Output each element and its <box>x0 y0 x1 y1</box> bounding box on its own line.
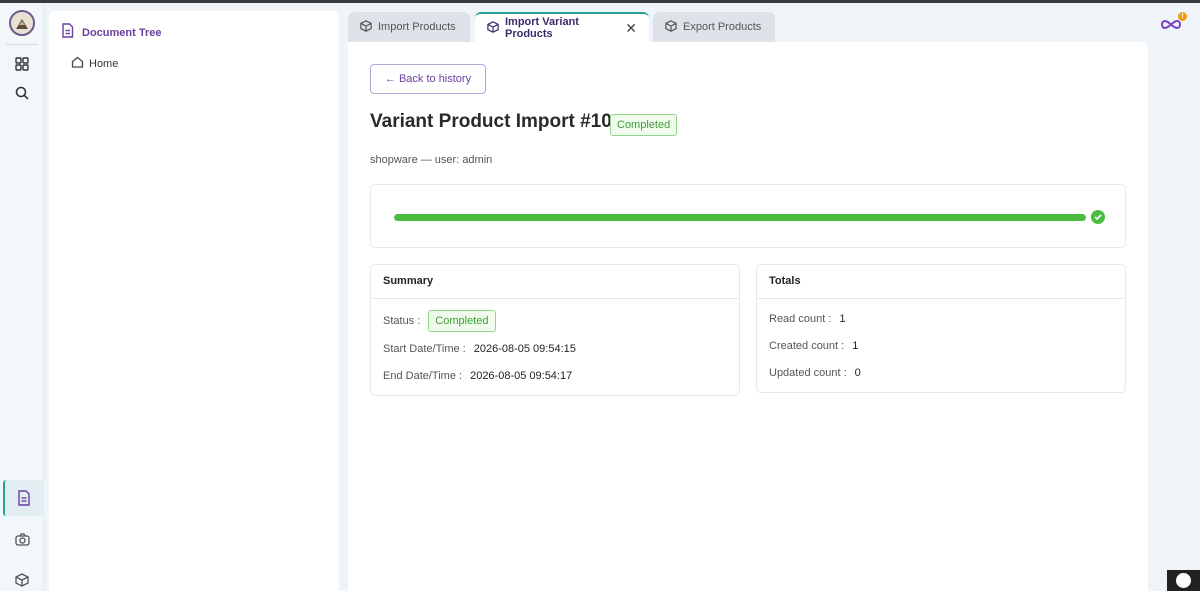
updated-count-value: 0 <box>854 367 861 379</box>
notification-icon: ! <box>1178 12 1187 21</box>
start-datetime-row: Start Date/Time : 2026-08-05 09:54:15 <box>383 343 576 355</box>
created-count-label: Created count : <box>769 340 845 352</box>
camera-icon[interactable] <box>8 525 36 553</box>
app-logo[interactable] <box>9 10 35 36</box>
created-count-row: Created count : 1 <box>769 340 858 352</box>
progress-card <box>370 184 1126 248</box>
start-datetime-label: Start Date/Time : <box>383 343 466 355</box>
tab-import-variant-products[interactable]: Import Variant Products ✕ <box>475 12 649 42</box>
search-icon[interactable] <box>8 79 36 107</box>
check-circle-icon <box>1091 210 1105 224</box>
document-tree-title: Document Tree <box>82 27 162 39</box>
tab-import-products[interactable]: Import Products <box>348 12 470 42</box>
created-count-value: 1 <box>852 340 859 352</box>
document-icon <box>61 23 74 43</box>
summary-title: Summary <box>371 265 739 299</box>
grid-icon[interactable] <box>8 50 36 78</box>
debug-toolbar-toggle[interactable] <box>1167 570 1200 591</box>
page-title: Variant Product Import #10 <box>370 111 612 132</box>
tab-label: Import Variant Products <box>505 16 579 40</box>
updated-count-row: Updated count : 0 <box>769 367 861 379</box>
document-tree-panel: Document Tree Home <box>49 11 339 591</box>
tree-item-label: Home <box>89 57 119 70</box>
status-label: Status : <box>383 315 421 327</box>
infinity-icon[interactable]: ! <box>1160 12 1190 38</box>
document-tree-header: Document Tree <box>61 23 161 43</box>
cube-icon[interactable] <box>8 566 36 591</box>
symfony-icon <box>1176 573 1191 588</box>
read-count-row: Read count : 1 <box>769 313 846 325</box>
close-icon[interactable]: ✕ <box>625 21 637 35</box>
updated-count-label: Updated count : <box>769 367 847 379</box>
cube-icon <box>360 19 372 35</box>
status-row: Status : Completed <box>383 310 496 332</box>
status-badge: Completed <box>428 310 496 332</box>
left-rail <box>0 3 44 591</box>
tree-item-home[interactable]: Home <box>71 56 118 71</box>
totals-title: Totals <box>757 265 1125 299</box>
document-icon[interactable] <box>3 480 43 516</box>
progress-fill <box>394 214 1086 221</box>
page-subtitle: shopware — user: admin <box>370 154 493 166</box>
start-datetime-value: 2026-08-05 09:54:15 <box>473 343 576 355</box>
window-top-border <box>0 0 1200 3</box>
cube-icon <box>665 19 677 35</box>
read-count-value: 1 <box>839 313 846 325</box>
home-icon <box>71 56 84 71</box>
back-to-history-button[interactable]: ← Back to history <box>370 64 486 94</box>
read-count-label: Read count : <box>769 313 832 325</box>
main-content: ← Back to history Variant Product Import… <box>348 42 1148 591</box>
tab-label: Export Products <box>683 21 762 33</box>
end-datetime-value: 2026-08-05 09:54:17 <box>470 370 573 382</box>
status-badge: Completed <box>610 114 678 136</box>
end-datetime-label: End Date/Time : <box>383 370 463 382</box>
progress-bar <box>394 214 1086 221</box>
tab-label: Import Products <box>378 21 456 33</box>
summary-card: Summary Status : Completed Start Date/Ti… <box>370 264 740 396</box>
tab-export-products[interactable]: Export Products <box>653 12 775 42</box>
totals-card: Totals Read count : 1 Created count : 1 … <box>756 264 1126 393</box>
rail-divider <box>6 44 38 45</box>
cube-icon <box>487 20 499 36</box>
end-datetime-row: End Date/Time : 2026-08-05 09:54:17 <box>383 370 572 382</box>
